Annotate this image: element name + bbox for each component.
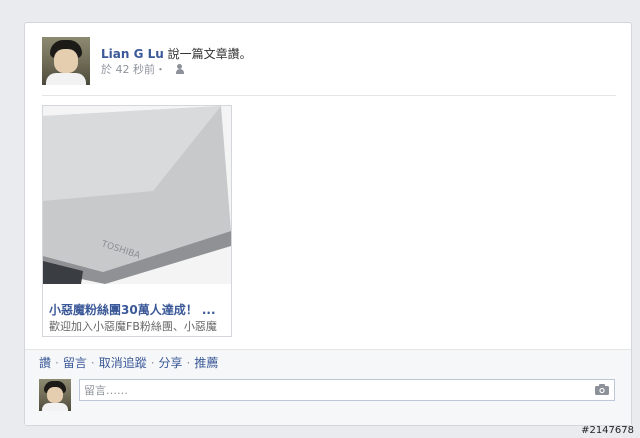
camera-icon[interactable] — [595, 384, 609, 395]
comment-input[interactable] — [79, 379, 615, 401]
story-actions-bar: 讚 · 留言 · 取消追蹤 · 分享 · 推薦 — [25, 349, 631, 375]
feed-story: Lian G Lu 說一篇文章讚。 於 42 秒前・ TOSHIBA 小惡魔粉絲… — [24, 22, 632, 426]
divider — [42, 95, 616, 96]
story-meta: 於 42 秒前・ — [101, 61, 188, 77]
author-avatar[interactable] — [42, 37, 90, 85]
watermark: #2147678 — [581, 425, 634, 436]
comment-link[interactable]: 留言 — [63, 354, 87, 371]
shared-link-title[interactable]: 小惡魔粉絲團30萬人達成！ ... — [49, 301, 227, 318]
timestamp-link[interactable]: 於 42 秒前・ — [101, 61, 166, 77]
story-header: Lian G Lu 說一篇文章讚。 — [101, 45, 252, 62]
laptop-image[interactable]: TOSHIBA — [43, 106, 231, 284]
commenter-avatar[interactable] — [39, 379, 71, 411]
unfollow-link[interactable]: 取消追蹤 — [99, 354, 147, 371]
comment-composer — [25, 375, 631, 425]
shared-link-card[interactable]: TOSHIBA 小惡魔粉絲團30萬人達成！ ... 歡迎加入小惡魔FB粉絲團、小… — [42, 105, 232, 337]
friends-icon[interactable] — [176, 64, 188, 74]
story-action-text: 說一篇文章讚。 — [167, 47, 252, 61]
share-link[interactable]: 分享 — [159, 354, 183, 371]
author-name-link[interactable]: Lian G Lu — [101, 47, 164, 61]
like-link[interactable]: 讚 — [39, 354, 51, 371]
shared-link-description: 歡迎加入小惡魔FB粉絲團、小惡魔 — [49, 320, 217, 333]
promote-link[interactable]: 推薦 — [194, 354, 218, 371]
